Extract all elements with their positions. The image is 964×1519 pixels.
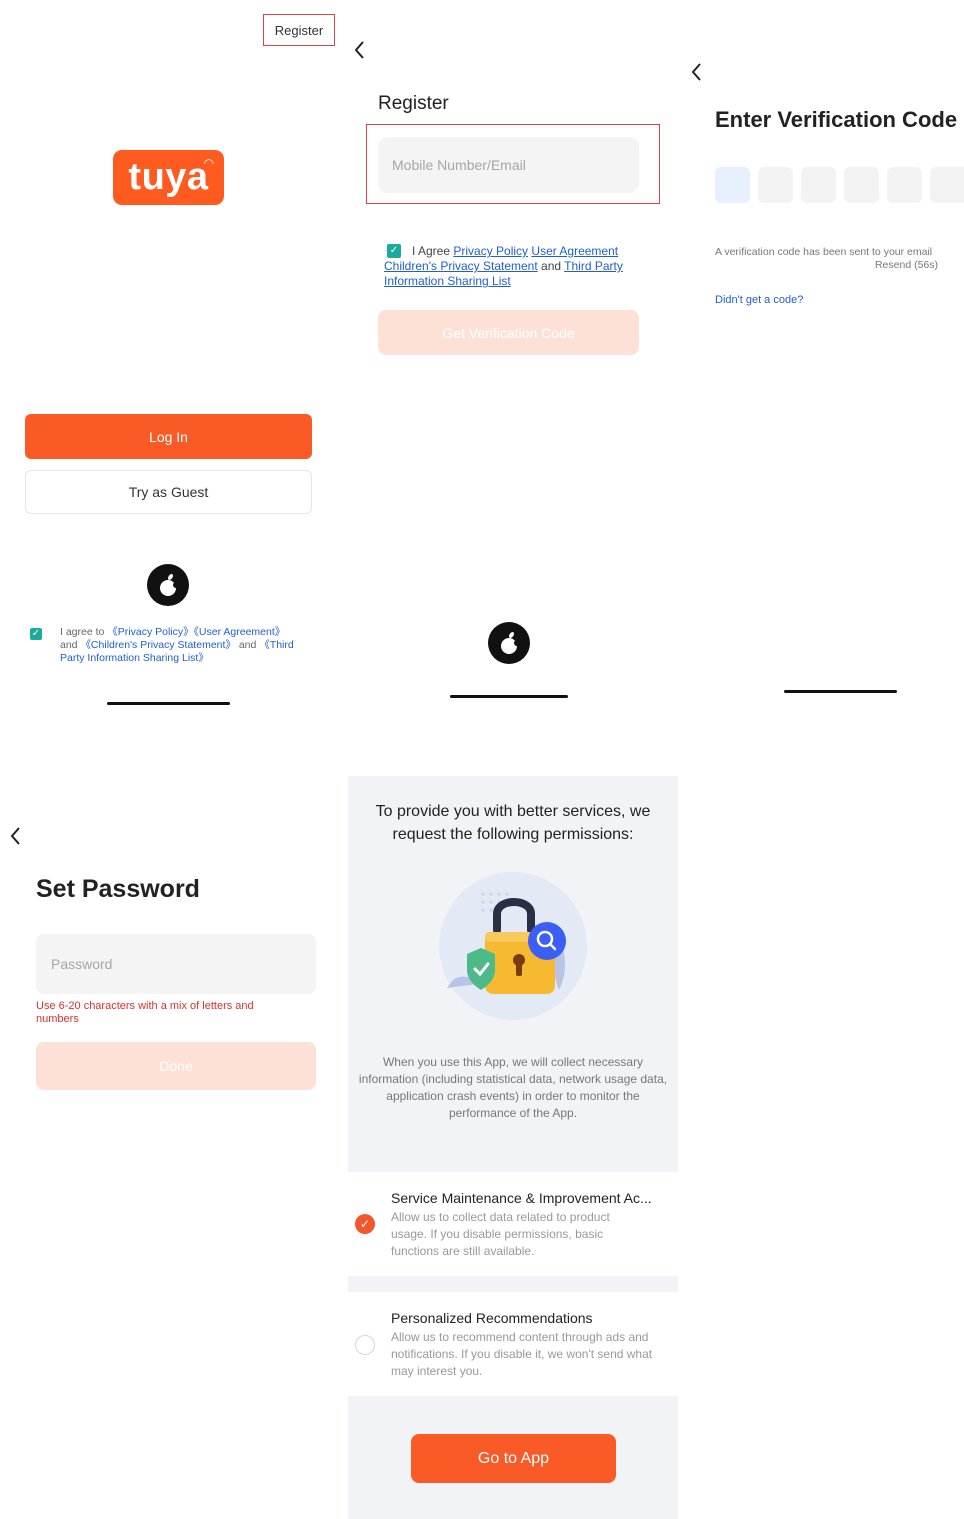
- code-digit-box[interactable]: [758, 167, 793, 203]
- lock-illustration: [437, 870, 589, 1022]
- home-indicator: [450, 695, 568, 698]
- privacy-policy-link[interactable]: 《Privacy Policy》: [107, 626, 193, 638]
- home-indicator: [107, 702, 230, 705]
- user-agreement-link[interactable]: 《User Agreement》: [194, 626, 286, 638]
- code-digit-box[interactable]: [801, 167, 836, 203]
- wifi-icon: ◠: [204, 156, 214, 170]
- agree-checkbox[interactable]: ✓: [30, 628, 42, 640]
- agreement-text: I agree to 《Privacy Policy》《User Agreeme…: [60, 626, 320, 665]
- code-digit-box[interactable]: [715, 167, 750, 203]
- code-sent-text: A verification code has been sent to you…: [715, 246, 933, 258]
- children-privacy-link[interactable]: 《Children's Privacy Statement》: [80, 639, 235, 651]
- option-description: Allow us to recommend content through ad…: [391, 1330, 653, 1378]
- page-title: Register: [378, 93, 449, 114]
- mobile-email-input[interactable]: Mobile Number/Email: [378, 137, 639, 193]
- apple-icon[interactable]: [147, 564, 189, 606]
- permissions-description: When you use this App, we will collect n…: [358, 1055, 668, 1120]
- code-digit-box[interactable]: [844, 167, 879, 203]
- agree-and: and: [60, 639, 81, 651]
- code-digit-box[interactable]: [930, 167, 964, 203]
- radio-checked-icon[interactable]: ✓: [355, 1214, 375, 1234]
- page-title: Enter Verification Code: [715, 107, 958, 132]
- agree-prefix: I Agree: [412, 244, 454, 258]
- tuya-logo: tuya ◠: [113, 150, 224, 205]
- logo-text: tuya: [128, 156, 209, 198]
- apple-glyph: [160, 574, 179, 596]
- apple-icon[interactable]: [488, 622, 530, 664]
- permission-option-personalized[interactable]: Personalized Recommendations Allow us to…: [348, 1292, 678, 1396]
- radio-unchecked-icon[interactable]: [355, 1335, 375, 1355]
- resend-countdown: Resend (56s): [874, 259, 938, 271]
- agree-and: and: [537, 259, 565, 273]
- page-title: Set Password: [36, 875, 200, 903]
- password-input[interactable]: Password: [36, 934, 316, 994]
- back-icon[interactable]: [691, 62, 703, 88]
- agree-prefix: I agree to: [60, 626, 108, 638]
- login-button[interactable]: Log In: [25, 414, 312, 459]
- try-as-guest-button[interactable]: Try as Guest: [25, 470, 312, 514]
- children-privacy-link[interactable]: Children's Privacy Statement: [384, 259, 538, 273]
- permission-option-service[interactable]: ✓ Service Maintenance & Improvement Ac..…: [348, 1172, 678, 1276]
- agreement-text: I Agree Privacy Policy User Agreement Ch…: [384, 244, 646, 289]
- privacy-policy-link[interactable]: Privacy Policy: [453, 244, 528, 258]
- agree-and: and: [235, 639, 260, 651]
- back-icon[interactable]: [10, 826, 22, 852]
- user-agreement-link[interactable]: User Agreement: [531, 244, 618, 258]
- get-verification-code-button[interactable]: Get Verification Code: [378, 310, 639, 355]
- didnt-get-code-link[interactable]: Didn't get a code?: [715, 294, 803, 306]
- option-title: Service Maintenance & Improvement Ac...: [391, 1190, 652, 1206]
- register-button[interactable]: Register: [263, 14, 335, 46]
- back-icon[interactable]: [354, 40, 366, 66]
- option-title: Personalized Recommendations: [391, 1310, 593, 1326]
- permissions-title: To provide you with better services, we …: [375, 803, 651, 843]
- apple-glyph: [501, 632, 520, 654]
- home-indicator: [784, 690, 897, 693]
- go-to-app-button[interactable]: Go to App: [411, 1434, 616, 1483]
- code-digit-box[interactable]: [887, 167, 922, 203]
- option-description: Allow us to collect data related to prod…: [391, 1210, 610, 1258]
- password-hint: Use 6-20 characters with a mix of letter…: [36, 1000, 254, 1025]
- done-button[interactable]: Done: [36, 1042, 316, 1090]
